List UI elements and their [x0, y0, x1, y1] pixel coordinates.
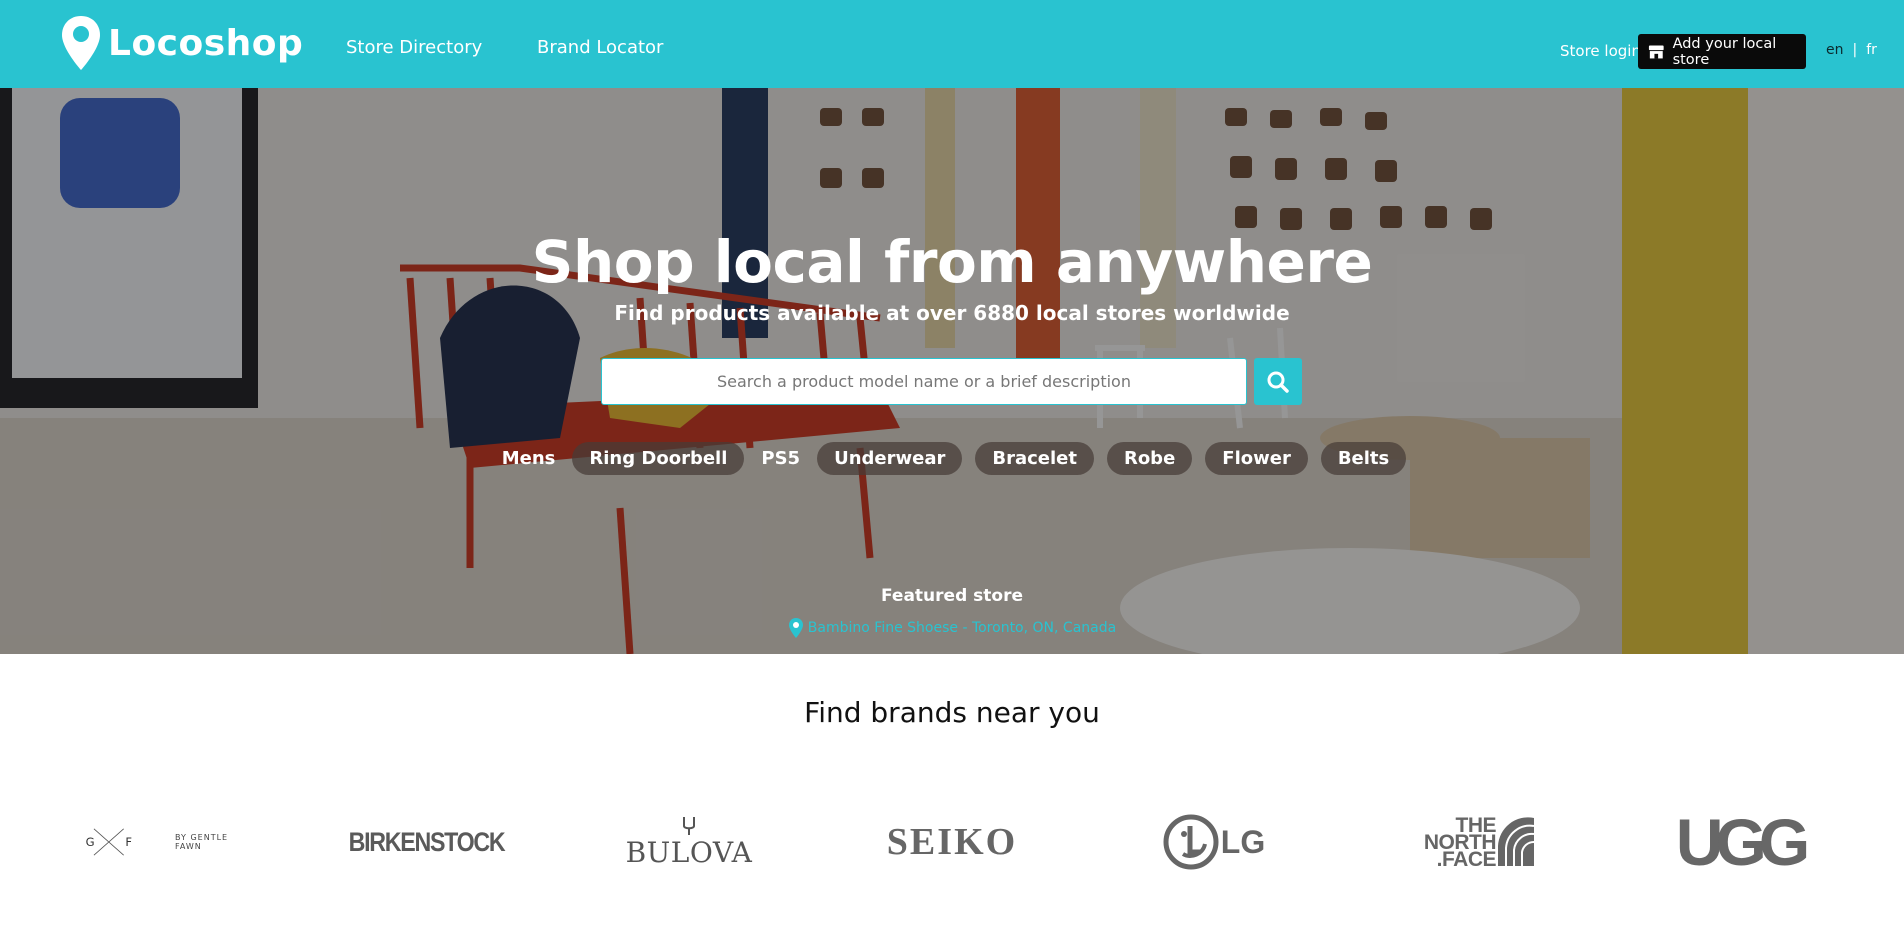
lg-logo-text: LG: [1220, 823, 1266, 860]
birkenstock-logo-text: BIRKENSTOCK: [349, 826, 506, 857]
chip-robe[interactable]: Robe: [1106, 442, 1193, 475]
site-header: Locoshop Store Directory Brand Locator S…: [0, 0, 1904, 88]
lang-en[interactable]: en: [1826, 42, 1844, 58]
tuning-fork-icon: [683, 816, 695, 835]
lang-fr[interactable]: fr: [1866, 42, 1877, 58]
bulova-logo-text: BULOVA: [625, 835, 753, 869]
brands-section-title: Find brands near you: [804, 696, 1100, 729]
featured-store-label: Featured store: [881, 586, 1023, 606]
chip-flower[interactable]: Flower: [1205, 442, 1308, 475]
map-pin-icon: [788, 618, 803, 638]
location-pin-icon: [62, 16, 100, 70]
gf-logo-subtext: BY GENTLE FAWN: [174, 833, 229, 851]
search-button[interactable]: [1254, 358, 1302, 405]
tnf-logo-text: THE NORTH .FACE: [1423, 813, 1497, 871]
hero-section: Shop local from anywhere Find products a…: [0, 88, 1904, 654]
ugg-logo-text: UGG: [1675, 805, 1810, 879]
nav-brand-locator[interactable]: Brand Locator: [537, 37, 663, 58]
chip-belts[interactable]: Belts: [1320, 442, 1407, 475]
featured-store-link[interactable]: Bambino Fine Shoese - Toronto, ON, Canad…: [0, 617, 1904, 639]
chip-bracelet[interactable]: Bracelet: [975, 442, 1094, 475]
brand-logo-the-north-face[interactable]: THE NORTH .FACE: [1397, 805, 1557, 879]
svg-text:F: F: [125, 835, 132, 849]
store-login-link[interactable]: Store login: [1560, 42, 1641, 60]
svg-text:G: G: [86, 835, 95, 849]
site-logo[interactable]: Locoshop: [60, 14, 303, 72]
brand-logo-birkenstock[interactable]: BIRKENSTOCK: [347, 805, 507, 879]
tnf-dome-icon: [1498, 817, 1535, 866]
chip-ps5[interactable]: PS5: [757, 442, 804, 475]
logo-text: Locoshop: [108, 22, 304, 64]
hero-title: Shop local from anywhere: [531, 228, 1373, 296]
add-local-store-button[interactable]: Add your local store: [1638, 34, 1806, 69]
add-store-label: Add your local store: [1672, 35, 1777, 68]
brand-logo-lg[interactable]: LG: [1134, 805, 1294, 879]
lg-circle-logo: [1163, 814, 1219, 870]
brand-logo-ugg[interactable]: UGG: [1659, 805, 1819, 879]
brand-logo-gf[interactable]: G F BY GENTLE FAWN: [84, 805, 244, 879]
seiko-logo-text: SEIKO: [886, 821, 1018, 863]
lang-separator: |: [1852, 42, 1858, 58]
hero-subtitle: Find products available at over 6880 loc…: [614, 301, 1290, 325]
chip-underwear[interactable]: Underwear: [817, 442, 963, 475]
popular-search-chips: Mens Ring Doorbell PS5 Underwear Bracele…: [0, 442, 1904, 475]
featured-store-name: Bambino Fine Shoese - Toronto, ON, Canad…: [807, 620, 1117, 636]
brand-logo-seiko[interactable]: SEIKO: [872, 805, 1032, 879]
brand-logo-bulova[interactable]: BULOVA: [609, 805, 769, 879]
gf-logo: G F: [86, 828, 132, 856]
language-switcher: en | fr: [1826, 42, 1877, 58]
nav-store-directory[interactable]: Store Directory: [346, 37, 482, 58]
search-icon: [1267, 371, 1289, 393]
store-icon: [1648, 45, 1664, 58]
product-search-input[interactable]: [601, 358, 1247, 405]
chip-ring-doorbell[interactable]: Ring Doorbell: [572, 442, 745, 475]
chip-mens[interactable]: Mens: [498, 442, 560, 475]
